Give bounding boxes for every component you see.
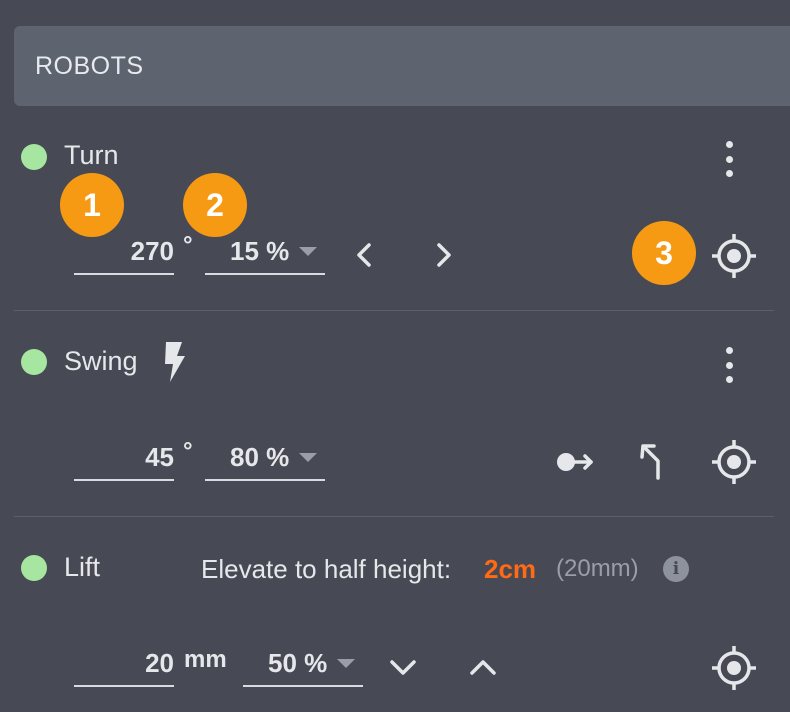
callout-badge-2: 2 — [183, 173, 247, 237]
dot-icon — [725, 347, 733, 354]
swing-title: Swing — [64, 346, 138, 376]
dot-icon — [725, 170, 733, 177]
turn-arrow-icon[interactable] — [636, 441, 666, 481]
turn-angle-unit: ° — [183, 232, 193, 259]
lift-speed-select[interactable]: 50 % — [243, 647, 363, 687]
turn-status-dot — [21, 144, 47, 170]
chevron-left-icon[interactable] — [352, 240, 378, 270]
turn-speed-select[interactable]: 15 % — [205, 235, 325, 275]
lift-distance-input[interactable]: 20 — [74, 647, 174, 687]
target-icon[interactable] — [710, 232, 758, 280]
lift-block: Lift Elevate to half height: 2cm (20mm) … — [0, 517, 790, 712]
swing-angle-unit: ° — [183, 438, 193, 465]
lift-speed-value: 50 % — [268, 648, 328, 678]
swing-speed-value: 80 % — [230, 442, 290, 472]
chevron-up-icon[interactable] — [467, 653, 499, 681]
lift-distance-unit: mm — [184, 646, 227, 673]
callout-badge-1: 1 — [60, 173, 124, 237]
dot-icon — [725, 376, 733, 383]
lift-distance-value: 20 — [145, 648, 174, 678]
swing-status-dot — [21, 349, 47, 375]
dot-icon — [725, 361, 733, 369]
turn-more-menu-button[interactable] — [718, 141, 740, 177]
turn-angle-input[interactable]: 270 — [74, 235, 174, 275]
caret-down-icon — [337, 659, 355, 668]
target-icon[interactable] — [710, 644, 758, 692]
swing-more-menu-button[interactable] — [718, 347, 740, 383]
target-icon[interactable] — [710, 438, 758, 486]
lightning-icon — [165, 342, 185, 382]
info-icon[interactable]: i — [663, 556, 689, 582]
lift-hint-label: Elevate to half height: — [201, 554, 452, 584]
lift-status-dot — [21, 555, 47, 581]
lift-hint-value: 2cm — [484, 554, 537, 584]
swing-angle-input[interactable]: 45 — [74, 441, 174, 481]
swing-block: Swing 45 ° 80 % — [0, 311, 790, 517]
chevron-down-icon[interactable] — [387, 653, 419, 681]
pivot-arrow-icon[interactable] — [555, 447, 597, 477]
caret-down-icon — [299, 453, 317, 462]
turn-speed-value: 15 % — [230, 236, 290, 266]
turn-angle-value: 270 — [130, 236, 174, 266]
swing-angle-value: 45 — [145, 442, 174, 472]
lift-hint-sub: (20mm) — [556, 555, 639, 582]
lift-title: Lift — [64, 552, 101, 582]
turn-block: Turn 1 2 270 ° 15 % 3 — [0, 0, 790, 312]
turn-title: Turn — [64, 140, 119, 170]
caret-down-icon — [299, 247, 317, 256]
swing-speed-select[interactable]: 80 % — [205, 441, 325, 481]
dot-icon — [725, 155, 733, 163]
callout-badge-3: 3 — [632, 221, 696, 285]
dot-icon — [725, 141, 733, 148]
chevron-right-icon[interactable] — [430, 240, 456, 270]
